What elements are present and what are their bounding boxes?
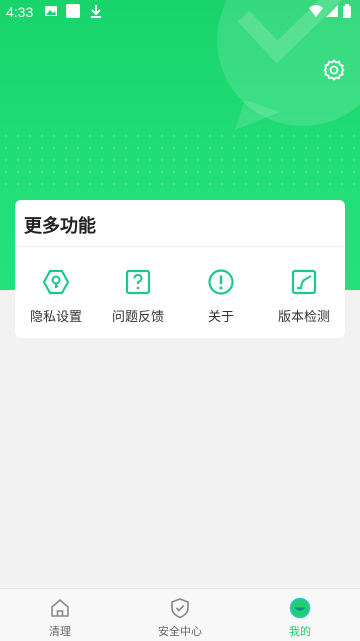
version-check-icon xyxy=(291,269,317,295)
nav-label: 安全中心 xyxy=(158,625,202,638)
feature-version-check[interactable]: 版本检测 xyxy=(263,268,345,328)
download-icon xyxy=(91,5,101,18)
profile-icon xyxy=(289,597,311,619)
battery-icon xyxy=(343,4,351,18)
about-icon xyxy=(208,269,234,295)
feedback-icon xyxy=(125,269,151,295)
nav-label: 我的 xyxy=(289,625,311,638)
card-divider xyxy=(15,246,345,247)
bottom-nav: 清理 安全中心 我的 xyxy=(0,588,360,641)
shield-check-icon xyxy=(171,598,189,619)
signal-icon xyxy=(326,5,338,17)
privacy-icon xyxy=(42,269,70,295)
feature-label: 问题反馈 xyxy=(111,310,164,325)
status-bar: 4:33 xyxy=(0,0,360,24)
status-time: 4:33 xyxy=(6,4,34,20)
card-title: 更多功能 xyxy=(24,216,96,237)
gear-icon[interactable] xyxy=(322,58,346,82)
dot-pattern xyxy=(0,130,360,190)
feature-label: 关于 xyxy=(207,310,234,325)
more-features-card: 更多功能 隐私设置 问题反馈 关于 版本检测 xyxy=(15,200,345,338)
nav-mine[interactable]: 我的 xyxy=(240,589,360,641)
home-icon xyxy=(51,599,69,617)
feature-about[interactable]: 关于 xyxy=(180,268,262,328)
image-icon xyxy=(45,6,57,16)
nav-clean[interactable]: 清理 xyxy=(0,589,120,641)
feature-privacy-settings[interactable]: 隐私设置 xyxy=(15,268,97,328)
nav-label: 清理 xyxy=(49,625,71,638)
feature-label: 隐私设置 xyxy=(29,310,82,325)
feature-label: 版本检测 xyxy=(277,310,330,325)
feature-feedback[interactable]: 问题反馈 xyxy=(97,268,179,328)
wifi-icon xyxy=(309,5,323,17)
app-icon xyxy=(66,4,80,18)
nav-security-center[interactable]: 安全中心 xyxy=(120,589,240,641)
